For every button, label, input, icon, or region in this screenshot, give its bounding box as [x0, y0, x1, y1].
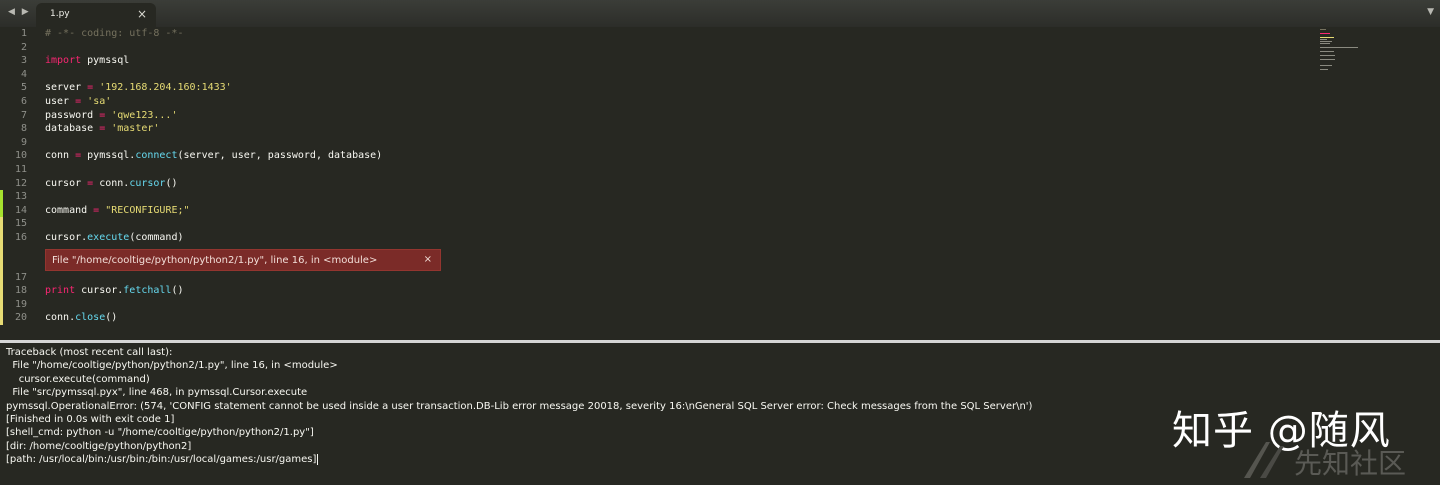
line-number: 18 — [14, 285, 27, 297]
line-number: 17 — [14, 271, 27, 283]
line-number: 19 — [14, 298, 27, 310]
line-number: 4 — [20, 68, 27, 80]
line-code: user = 'sa' — [45, 96, 112, 107]
tab-bar: ◀ ▶ 1.py × ▼ — [0, 0, 1440, 28]
console-line: Traceback (most recent call last): — [6, 347, 173, 358]
line-code: server = '192.168.204.160:1433' — [45, 82, 232, 94]
console-line: cursor.execute(command) — [6, 373, 150, 385]
code-line: 14 command = "RECONFIGURE;" — [0, 203, 1300, 218]
line-number: 14 — [14, 204, 27, 216]
code-line: 6 user = 'sa' — [0, 95, 1300, 109]
error-popup: File "/home/cooltige/python/python2/1.py… — [45, 249, 441, 271]
line-code: import pymssql — [45, 55, 130, 67]
line-number: 10 — [14, 150, 27, 162]
line-code: cursor = conn.cursor() — [45, 177, 178, 189]
line-number: 9 — [20, 136, 27, 148]
code-line: 13 — [0, 190, 1300, 204]
xianzhi-logo-icon — [1244, 442, 1284, 478]
tab-label: 1.py — [50, 9, 70, 19]
xianzhi-text: 先知社区 — [1294, 447, 1407, 480]
line-number: 1 — [20, 28, 27, 39]
code-line: 2 — [0, 41, 1300, 55]
xianzhi-watermark: 先知社区 — [1236, 436, 1436, 480]
line-code: command = "RECONFIGURE;" — [45, 204, 190, 216]
line-number: 12 — [14, 177, 27, 189]
line-number: 15 — [14, 218, 27, 230]
line-code: database = 'master' — [45, 123, 160, 135]
code-line: 20 conn.close() — [0, 311, 1300, 325]
line-code: cursor.execute(command) — [45, 232, 184, 243]
code-line: 3 import pymssql — [0, 54, 1300, 68]
console-line: File "/home/cooltige/python/python2/1.py… — [6, 360, 338, 372]
tab-navigation-arrows-icon[interactable]: ◀ ▶ — [8, 7, 31, 17]
code-line: 10 conn = pymssql.connect(server, user, p… — [0, 149, 1300, 163]
modified-line-marker — [0, 244, 3, 325]
code-line: 11 — [0, 163, 1300, 177]
code-line: 8 database = 'master' — [0, 122, 1300, 136]
code-line: 12 cursor = conn.cursor() — [0, 177, 1300, 191]
code-line: 1 # -*- coding: utf-8 -*- — [0, 27, 1300, 41]
code-line: 7 password = 'qwe123...' — [0, 109, 1300, 123]
console-line: [dir: /home/cooltige/python/python2] — [6, 440, 192, 452]
line-number: 8 — [20, 123, 27, 135]
modified-line-marker — [0, 217, 3, 231]
tab-dropdown-icon[interactable]: ▼ — [1427, 7, 1434, 17]
code-line: 4 — [0, 68, 1300, 82]
console-line: pymssql.OperationalError: (574, 'CONFIG … — [6, 400, 1033, 412]
error-popup-text: File "/home/cooltige/python/python2/1.py… — [52, 255, 378, 266]
line-number: 11 — [14, 164, 27, 175]
code-line: 5 server = '192.168.204.160:1433' — [0, 81, 1300, 95]
console-line: [path: /usr/local/bin:/usr/bin:/bin:/usr… — [6, 453, 319, 466]
code-line: 18 print cursor.fetchall() — [0, 284, 1300, 298]
code-editor[interactable]: File "/home/cooltige/python/python2/1.py… — [0, 27, 1440, 340]
line-code: conn.close() — [45, 312, 118, 324]
console-line: [Finished in 0.0s with exit code 1] — [6, 414, 175, 425]
line-number: 5 — [20, 82, 27, 94]
code-line: 16 cursor.execute(command) — [0, 231, 1300, 245]
line-code: # -*- coding: utf-8 -*- — [45, 28, 184, 39]
line-number: 13 — [14, 191, 27, 203]
tab-1-py[interactable]: 1.py × — [36, 3, 156, 27]
code-line: 15 — [0, 217, 1300, 231]
line-number: 7 — [20, 109, 27, 121]
code-line: 17 — [0, 271, 1300, 285]
modified-line-marker — [0, 203, 3, 218]
modified-line-marker — [0, 231, 3, 245]
code-line: 9 — [0, 136, 1300, 150]
modified-line-marker — [0, 190, 3, 204]
line-number: 2 — [20, 41, 27, 53]
line-number: 3 — [20, 55, 27, 67]
text-cursor — [317, 453, 319, 465]
line-number: 16 — [14, 232, 27, 243]
minimap[interactable] — [1318, 27, 1378, 87]
error-popup-close-icon[interactable]: × — [424, 254, 432, 265]
console-line: [shell_cmd: python -u "/home/cooltige/py… — [6, 427, 314, 439]
line-number: 20 — [14, 312, 27, 324]
tab-close-icon[interactable]: × — [137, 7, 147, 21]
line-code: conn = pymssql.connect(server, user, pas… — [45, 150, 383, 162]
console-line: File "src/pymssql.pyx", line 468, in pym… — [6, 387, 308, 399]
line-code: password = 'qwe123...' — [45, 109, 178, 121]
code-line: 19 — [0, 298, 1300, 312]
line-code: print cursor.fetchall() — [45, 285, 184, 297]
line-number: 6 — [20, 96, 27, 107]
